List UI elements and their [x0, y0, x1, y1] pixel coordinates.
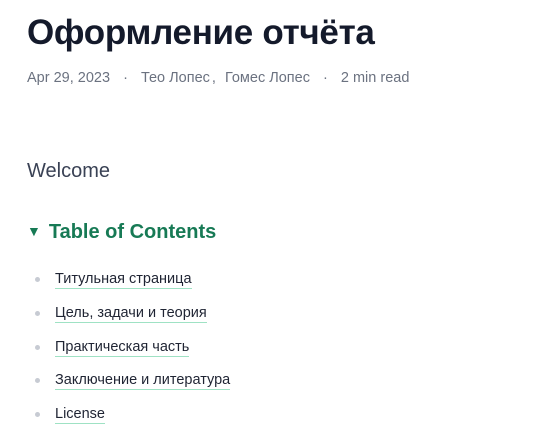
toc-item: Практическая часть [27, 336, 230, 370]
author-name: Тео Лопес [140, 70, 210, 86]
toc-title: Table of Contents [48, 221, 217, 243]
post-meta: Apr 29, 2023 · Тео Лопес, Гомес Лопес · … [27, 68, 409, 88]
bullet-icon [35, 378, 40, 384]
meta-separator: · [123, 70, 128, 86]
intro-text: Welcome [27, 160, 110, 182]
toc-item: Цель, задачи и теория [27, 302, 230, 336]
toc-link-license[interactable]: License [55, 406, 105, 425]
triangle-down-icon: ▼ [27, 223, 41, 239]
toc-link-title-page[interactable]: Титульная страница [55, 271, 192, 289]
toc-list: Титульная страница Цель, задачи и теория… [27, 268, 231, 437]
toc-item: Заключение и литература [27, 369, 231, 403]
author-comma: , [211, 70, 216, 86]
toc-item: Титульная страница [27, 268, 230, 302]
page-title: Оформление отчёта [27, 13, 375, 52]
bullet-icon [35, 412, 40, 418]
toc-link-conclusion[interactable]: Заключение и литература [55, 372, 231, 391]
toc-link-goals[interactable]: Цель, задачи и теория [55, 304, 207, 323]
bullet-icon [35, 310, 40, 316]
meta-separator: · [323, 70, 328, 86]
toc-toggle[interactable]: ▼ Table of Contents [27, 219, 216, 246]
bullet-icon [35, 344, 40, 350]
reading-time: 2 min read [340, 70, 410, 86]
post-date: Apr 29, 2023 [27, 70, 111, 86]
bullet-icon [35, 277, 40, 282]
toc-link-practical[interactable]: Практическая часть [55, 338, 190, 357]
author-name: Гомес Лопес [224, 70, 310, 86]
